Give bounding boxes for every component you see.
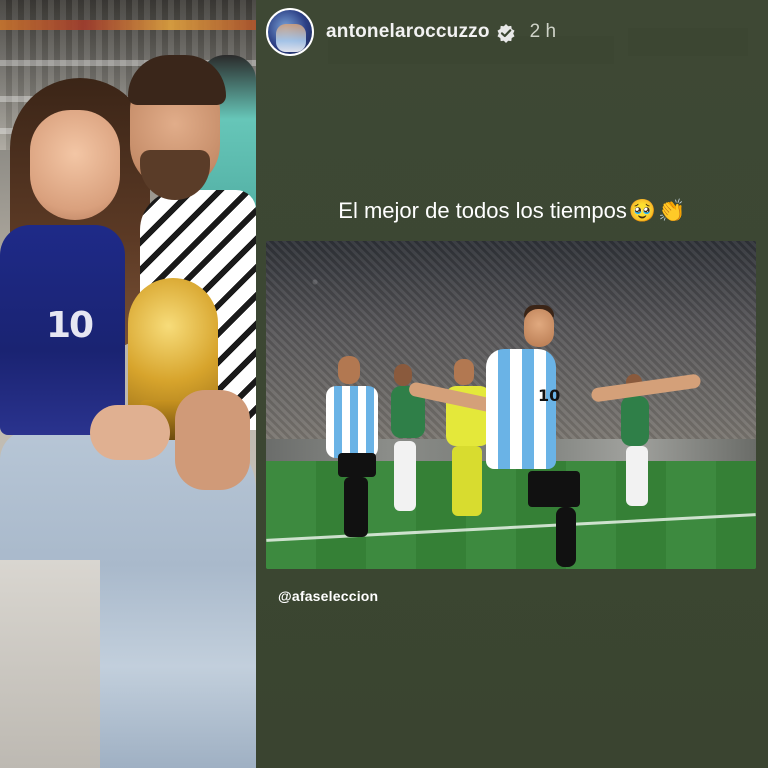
- story-caption: El mejor de todos los tiempos🥹👏: [256, 198, 768, 224]
- woman-hand: [90, 405, 170, 460]
- story-panel: antonelaroccuzzo 2 h El mejor de todos l…: [256, 0, 768, 768]
- jersey-number: 10: [538, 386, 561, 405]
- goalkeeper-head: [454, 359, 474, 385]
- clapping-hands-emoji-icon: 👏: [658, 198, 686, 223]
- jersey-number: 10: [46, 305, 94, 346]
- man-hand: [175, 390, 250, 490]
- left-photo: 10: [0, 0, 256, 768]
- opponent-jersey: [621, 396, 649, 446]
- main-player-head: [524, 309, 554, 347]
- main-player-leg: [556, 507, 576, 567]
- post-time: 2 h: [529, 21, 557, 42]
- woman-face: [30, 110, 120, 220]
- pitch: [266, 461, 756, 569]
- profile-avatar[interactable]: [266, 8, 314, 56]
- player-shorts: [338, 453, 376, 477]
- redacted-area: [628, 28, 748, 56]
- stadium-step: [0, 560, 100, 768]
- football-photo[interactable]: 10: [266, 241, 756, 569]
- verified-badge-icon: [496, 23, 516, 43]
- opponent-head: [394, 364, 412, 386]
- caption-text: El mejor de todos los tiempos: [338, 198, 627, 223]
- main-player-jersey: [486, 349, 556, 469]
- player-head: [338, 356, 360, 384]
- mention-link[interactable]: @afaseleccion: [278, 588, 378, 604]
- player-legs: [344, 477, 368, 537]
- goalkeeper-legs: [452, 446, 482, 516]
- story-header: antonelaroccuzzo 2 h: [266, 6, 556, 58]
- opponent-legs: [394, 441, 416, 511]
- username[interactable]: antonelaroccuzzo: [326, 21, 490, 43]
- stadium-banner: [0, 20, 256, 30]
- player-jersey: [326, 386, 378, 458]
- opponent-legs: [626, 446, 648, 506]
- pleading-face-emoji-icon: 🥹: [628, 198, 657, 223]
- main-player-shorts: [528, 471, 580, 507]
